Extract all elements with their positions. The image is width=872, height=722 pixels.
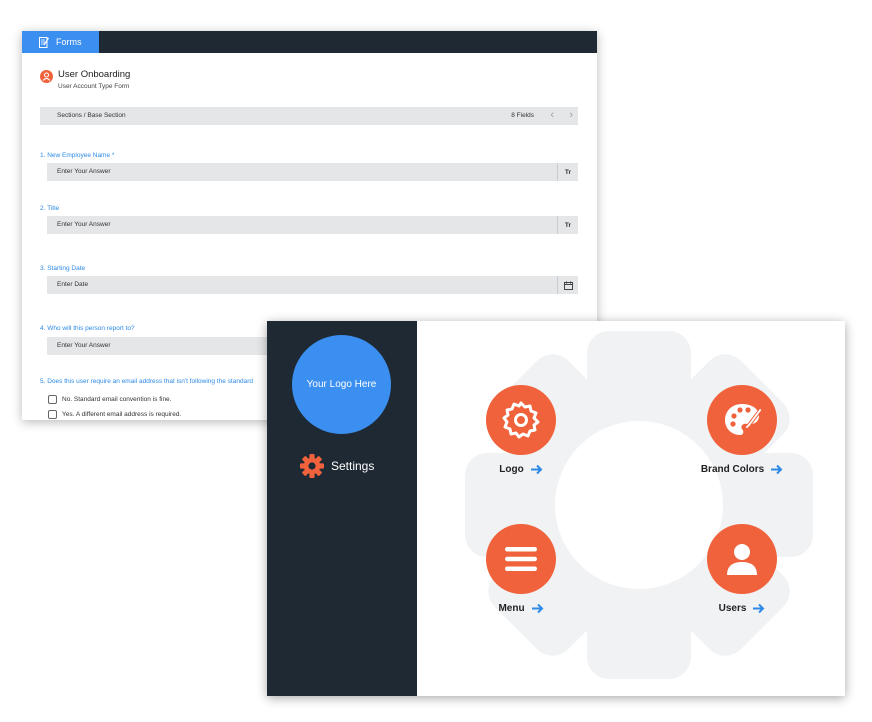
- settings-window: Your Logo Here Settings Logo Brand Color…: [267, 321, 845, 696]
- logo-tile-circle[interactable]: [486, 385, 556, 455]
- gear-icon: [502, 401, 540, 439]
- option-different-email[interactable]: Yes. A different email address is requir…: [48, 410, 181, 419]
- option-standard-email[interactable]: No. Standard email convention is fine.: [48, 395, 171, 404]
- field-placeholder: Enter Date: [57, 281, 89, 288]
- sections-breadcrumb: Sections / Base Section: [57, 112, 126, 119]
- logo-placeholder[interactable]: Your Logo Here: [292, 335, 391, 434]
- palette-icon: [725, 404, 763, 435]
- title-field[interactable]: Enter Your Answer Tr: [47, 216, 578, 234]
- brand-colors-tile-label: Brand Colors: [700, 464, 765, 475]
- sidebar: Your Logo Here Settings: [267, 321, 417, 696]
- logo-tile[interactable]: Logo: [461, 385, 581, 475]
- question-2-label: 2. Title: [40, 205, 60, 212]
- form-subtitle: User Account Type Form: [58, 83, 130, 90]
- brand-colors-tile[interactable]: Brand Colors: [682, 385, 802, 475]
- forms-tab-label: Forms: [56, 37, 82, 47]
- users-tile[interactable]: Users: [682, 524, 802, 614]
- field-placeholder: Enter Your Answer: [57, 342, 111, 349]
- chevron-left-icon[interactable]: ‹: [550, 109, 554, 121]
- brand-colors-tile-circle[interactable]: [707, 385, 777, 455]
- users-tile-label: Users: [718, 603, 747, 614]
- arrow-right-icon: [530, 464, 543, 475]
- settings-main: Logo Brand Colors Menu Users: [417, 321, 845, 696]
- arrow-right-icon: [531, 603, 544, 614]
- question-1-label: 1. New Employee Name *: [40, 152, 115, 159]
- chevron-right-icon[interactable]: ›: [569, 109, 573, 121]
- arrow-right-icon: [770, 464, 783, 475]
- form-header: User Onboarding User Account Type Form: [40, 69, 130, 92]
- starting-date-field[interactable]: Enter Date: [47, 276, 578, 294]
- menu-tile-label: Menu: [498, 603, 525, 614]
- calendar-icon[interactable]: [557, 276, 578, 294]
- user-icon: [727, 544, 757, 575]
- background-gear-icon: [465, 331, 813, 679]
- forms-top-bar: Forms: [22, 31, 597, 53]
- menu-tile[interactable]: Menu: [461, 524, 581, 614]
- users-tile-circle[interactable]: [707, 524, 777, 594]
- question-4-label: 4. Who will this person report to?: [40, 325, 135, 332]
- form-title: User Onboarding: [58, 69, 131, 80]
- question-3-label: 3. Starting Date: [40, 265, 86, 272]
- option-label: No. Standard email convention is fine.: [62, 396, 172, 403]
- field-placeholder: Enter Your Answer: [57, 168, 111, 175]
- new-employee-name-field[interactable]: Enter Your Answer Tr: [47, 163, 578, 181]
- question-5-label: 5. Does this user require an email addre…: [40, 378, 253, 385]
- user-icon: [40, 70, 53, 83]
- forms-icon: [39, 36, 49, 48]
- checkbox[interactable]: [48, 410, 57, 419]
- menu-tile-circle[interactable]: [486, 524, 556, 594]
- arrow-right-icon: [752, 603, 765, 614]
- text-format-icon[interactable]: Tr: [557, 163, 578, 181]
- logo-tile-label: Logo: [499, 464, 524, 475]
- field-placeholder: Enter Your Answer: [57, 221, 111, 228]
- text-format-icon[interactable]: Tr: [557, 216, 578, 234]
- gear-icon: [300, 454, 324, 478]
- menu-icon: [505, 547, 537, 571]
- forms-tab[interactable]: Forms: [22, 31, 99, 53]
- field-count: 8 Fields: [511, 112, 534, 119]
- checkbox[interactable]: [48, 395, 57, 404]
- option-label: Yes. A different email address is requir…: [62, 411, 182, 418]
- sidebar-item-settings[interactable]: Settings: [300, 454, 374, 478]
- sections-bar: Sections / Base Section 8 Fields ‹ ›: [40, 107, 578, 125]
- sidebar-item-label: Settings: [331, 459, 375, 473]
